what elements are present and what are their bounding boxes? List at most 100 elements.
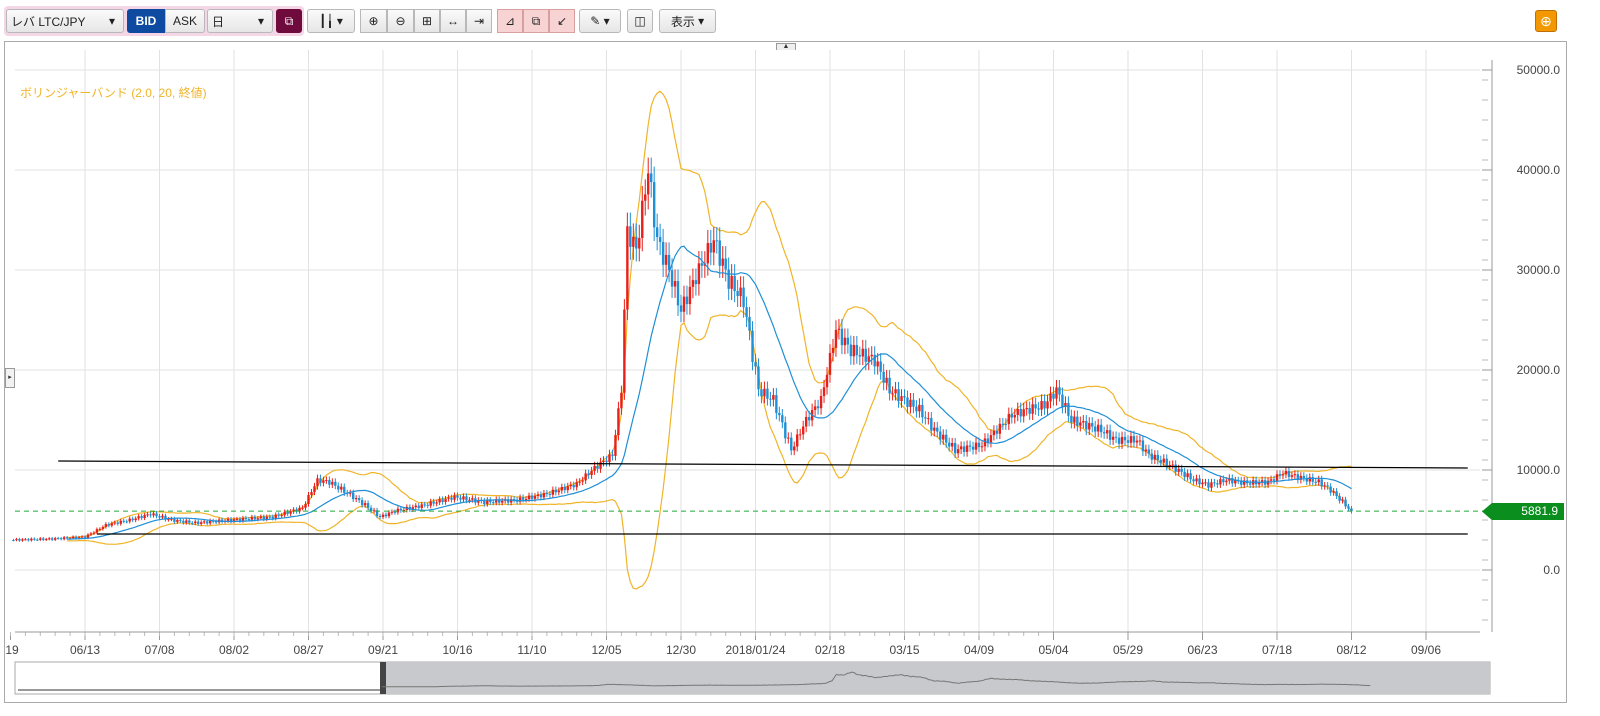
candle-body: [1019, 408, 1022, 417]
candle-body: [331, 481, 334, 485]
candle-body: [1177, 468, 1180, 472]
candle-body: [322, 480, 325, 483]
candle-body: [742, 287, 745, 308]
candle-body: [1159, 460, 1162, 463]
candle-body: [733, 275, 736, 292]
candle-body: [432, 501, 435, 504]
candle-body: [1073, 416, 1076, 423]
candle-body: [736, 291, 739, 297]
candle-body: [360, 500, 364, 506]
candle-body: [685, 296, 689, 305]
candle-body: [763, 388, 766, 397]
candle-body: [712, 240, 715, 253]
candle-body: [623, 309, 626, 393]
candle-body: [760, 389, 763, 397]
candle-body: [688, 286, 692, 305]
candle-body: [268, 516, 271, 518]
candle-body: [903, 396, 906, 398]
candle-body: [381, 514, 385, 518]
candle-body: [1007, 413, 1010, 425]
x-tick-label: 06/23: [1187, 643, 1217, 657]
candle-body: [840, 328, 844, 346]
candle-body: [1269, 479, 1273, 481]
candle-body: [1213, 482, 1216, 484]
candle-body: [1180, 468, 1183, 472]
candle-body: [1153, 454, 1157, 460]
candle-body: [906, 397, 909, 407]
candle-body: [974, 442, 978, 450]
candle-body: [560, 486, 563, 491]
candle-body: [62, 537, 66, 540]
candle-body: [1257, 482, 1261, 485]
candle-body: [748, 316, 751, 331]
candle-body: [128, 518, 131, 522]
candle-body: [524, 499, 528, 501]
candle-body: [277, 514, 280, 516]
candle-body: [542, 493, 546, 498]
candle-body: [667, 254, 671, 271]
candle-body: [95, 529, 99, 533]
candle-body: [354, 498, 358, 500]
candle-body: [617, 408, 620, 436]
candle-body: [1111, 436, 1115, 440]
candle-body: [98, 528, 102, 530]
candle-body: [709, 243, 712, 253]
candle-body: [572, 484, 575, 488]
candle-body: [936, 427, 939, 432]
candle-body: [611, 454, 614, 456]
price-chart[interactable]: 19 06/13 07/08 08/02 08/27 09/21 10/16 11/10 12/…: [0, 0, 1600, 716]
candle-body: [948, 442, 951, 447]
candle-body: [48, 538, 51, 540]
candle-body: [176, 519, 179, 522]
candle-body: [608, 454, 611, 463]
x-tick-label: 12/05: [591, 643, 621, 657]
candle-body: [1156, 454, 1159, 461]
candle-body: [420, 504, 423, 508]
candle-body: [968, 445, 972, 447]
candle-body: [980, 446, 984, 448]
candle-body: [593, 465, 596, 471]
plot-area: [15, 50, 1480, 632]
candle-body: [563, 486, 566, 491]
candle-body: [1067, 402, 1070, 416]
candle-body: [51, 538, 54, 540]
candle-body: [1052, 393, 1055, 399]
candle-body: [15, 539, 18, 541]
candle-body: [459, 497, 462, 500]
candle-body: [1201, 482, 1204, 485]
candle-body: [1329, 486, 1332, 493]
candle-body: [423, 504, 426, 506]
candle-body: [319, 478, 322, 483]
candle-body: [965, 445, 969, 452]
candle-body: [647, 173, 650, 195]
candle-body: [27, 539, 30, 541]
candle-body: [182, 520, 185, 523]
candle-body: [1150, 453, 1154, 460]
candle-body: [1049, 393, 1052, 402]
candle-body: [283, 511, 286, 516]
candle-body: [784, 422, 787, 439]
candle-body: [256, 518, 260, 520]
candle-body: [605, 460, 608, 463]
candle-body: [942, 434, 945, 440]
candle-body: [700, 263, 704, 266]
candle-body: [426, 504, 429, 506]
candle-body: [843, 337, 847, 346]
candle-body: [650, 173, 653, 183]
candle-body: [134, 518, 137, 521]
candle-body: [191, 522, 194, 524]
candle-body: [822, 387, 826, 397]
x-tick-label: 08/27: [293, 643, 323, 657]
candle-body: [1323, 485, 1326, 487]
candle-body: [453, 495, 456, 500]
candle-body: [962, 446, 966, 452]
candle-body: [1097, 424, 1100, 432]
candle-body: [131, 518, 134, 521]
candle-body: [173, 518, 176, 522]
candle-body: [587, 473, 590, 476]
candle-body: [340, 486, 343, 490]
candle-body: [1266, 480, 1270, 485]
navigator-handle[interactable]: [380, 662, 386, 694]
candle-body: [92, 532, 96, 534]
candle-body: [959, 446, 963, 450]
